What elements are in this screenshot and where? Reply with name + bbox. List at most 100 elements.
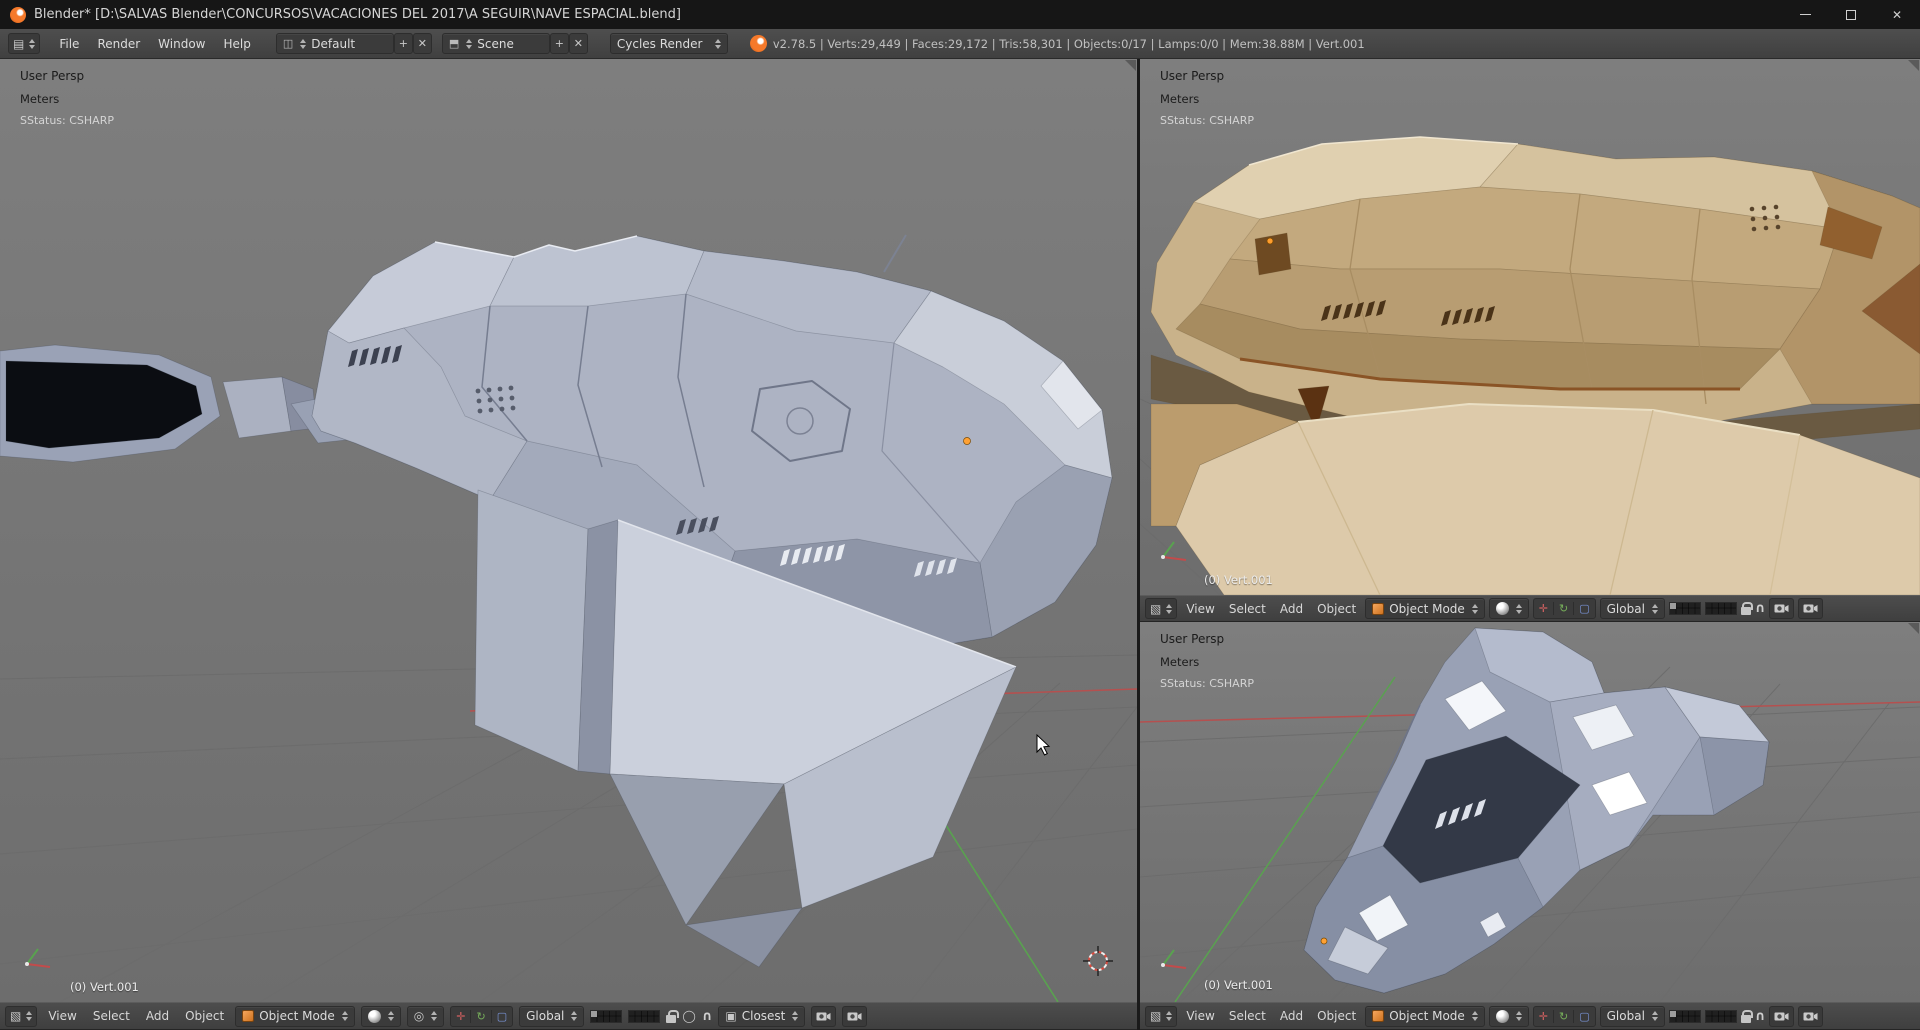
select-menu[interactable]: Select: [88, 1009, 135, 1023]
editor-type-button[interactable]: ▧: [1145, 1005, 1178, 1027]
3d-viewport-editor-icon: ▧: [1150, 1009, 1162, 1023]
add-layout-button[interactable]: +: [393, 33, 413, 54]
3d-cursor[interactable]: [1083, 946, 1113, 976]
mode-dropdown[interactable]: Object Mode: [235, 1005, 355, 1027]
close-icon: ✕: [1891, 7, 1903, 22]
proportional-edit-icon[interactable]: ◯: [682, 1009, 695, 1023]
snap-magnet-icon[interactable]: ∩: [702, 1009, 713, 1024]
add-menu[interactable]: Add: [141, 1009, 174, 1023]
viewport-shading-dropdown[interactable]: [360, 1005, 401, 1027]
view-menu[interactable]: View: [1181, 602, 1219, 616]
rotate-manipulator-icon[interactable]: ↻: [1554, 602, 1575, 615]
manipulator-toggles[interactable]: ✛ ↻ ▢: [1532, 1005, 1596, 1027]
translate-manipulator-icon[interactable]: ✛: [1534, 602, 1554, 615]
maximize-button[interactable]: [1828, 0, 1874, 29]
layers-widget-b[interactable]: [628, 1009, 661, 1023]
pivot-point-dropdown[interactable]: ◎: [406, 1005, 445, 1027]
viewport-resize-handle[interactable]: [1908, 60, 1919, 71]
scale-manipulator-icon[interactable]: ▢: [1574, 1010, 1594, 1023]
orientation-label: Global: [1606, 1009, 1645, 1023]
render-still-button[interactable]: [811, 1005, 837, 1027]
lock-camera-icon[interactable]: [666, 1009, 679, 1023]
scale-manipulator-icon[interactable]: ▢: [492, 1010, 512, 1023]
window-controls: ✕: [1782, 0, 1920, 29]
blender-logo-icon: [749, 35, 767, 52]
select-menu[interactable]: Select: [1224, 1009, 1271, 1023]
scene-selector[interactable]: ⬒ Scene: [441, 33, 550, 54]
editor-type-button[interactable]: ▧: [1145, 598, 1178, 619]
snap-magnet-icon[interactable]: ∩: [1755, 1009, 1766, 1024]
menu-help[interactable]: Help: [215, 37, 260, 51]
viewport-bottom-right-canvas[interactable]: [1140, 622, 1920, 1002]
viewport-shading-dropdown[interactable]: [1488, 1005, 1529, 1027]
layers-widget-a[interactable]: [1668, 602, 1701, 615]
spaceship-model-main: [0, 234, 1113, 968]
render-still-button[interactable]: [1769, 1005, 1795, 1027]
render-animation-button[interactable]: [1798, 1005, 1824, 1027]
mode-arrows-icon: [1471, 1011, 1478, 1021]
scale-manipulator-icon[interactable]: ▢: [1574, 602, 1594, 615]
manipulator-toggles[interactable]: ✛ ↻ ▢: [450, 1005, 514, 1027]
camera-film-icon: [1803, 604, 1818, 613]
delete-layout-button[interactable]: ✕: [412, 33, 432, 54]
spaceship-model-small: [1303, 627, 1770, 994]
layers-widget-b[interactable]: [1704, 1009, 1737, 1023]
render-animation-button[interactable]: [842, 1005, 868, 1027]
snap-magnet-icon[interactable]: ∩: [1755, 601, 1766, 616]
add-scene-button[interactable]: +: [549, 33, 569, 54]
object-menu[interactable]: Object: [180, 1009, 229, 1023]
mode-dropdown[interactable]: Object Mode: [1365, 1005, 1485, 1027]
viewport-top-right-canvas[interactable]: [1140, 59, 1920, 595]
orientation-arrows-icon: [1651, 1011, 1658, 1021]
lock-camera-icon[interactable]: [1740, 1009, 1754, 1023]
view-menu[interactable]: View: [43, 1009, 81, 1023]
object-menu[interactable]: Object: [1312, 602, 1361, 616]
render-animation-button[interactable]: [1798, 598, 1824, 619]
editor-type-button-info[interactable]: ▤: [8, 33, 41, 54]
camera-film-icon: [1803, 1012, 1818, 1020]
screen-layout-selector[interactable]: ◫ Default: [275, 33, 394, 54]
info-editor-icon: ▤: [13, 36, 25, 51]
viewport-resize-handle[interactable]: [1125, 60, 1136, 71]
add-menu[interactable]: Add: [1275, 1009, 1308, 1023]
menu-window[interactable]: Window: [149, 37, 214, 51]
viewport-divider[interactable]: [1137, 59, 1140, 1030]
layers-widget-a[interactable]: [590, 1009, 623, 1023]
layers-widget-a[interactable]: [1668, 1009, 1701, 1023]
3d-viewport-editor-icon: ▧: [1150, 601, 1162, 616]
snap-element-dropdown[interactable]: ▣ Closest: [718, 1005, 806, 1027]
mode-label: Object Mode: [1389, 1009, 1465, 1023]
rotate-manipulator-icon[interactable]: ↻: [471, 1009, 492, 1023]
viewport-shading-dropdown[interactable]: [1488, 598, 1529, 619]
menu-file[interactable]: File: [50, 37, 88, 51]
view-menu[interactable]: View: [1181, 1009, 1219, 1023]
render-engine-dropdown[interactable]: Cycles Render: [609, 33, 728, 54]
layout-browse-arrows-icon: [300, 38, 307, 49]
close-button[interactable]: ✕: [1874, 0, 1920, 29]
transform-orientation-dropdown[interactable]: Global: [519, 1005, 585, 1027]
object-menu[interactable]: Object: [1312, 1009, 1361, 1023]
delete-scene-button[interactable]: ✕: [568, 33, 588, 54]
rotate-manipulator-icon[interactable]: ↻: [1554, 1009, 1575, 1023]
mode-dropdown[interactable]: Object Mode: [1365, 598, 1485, 619]
transform-orientation-dropdown[interactable]: Global: [1599, 598, 1665, 619]
viewport-main-canvas[interactable]: [0, 59, 1137, 1002]
transform-orientation-dropdown[interactable]: Global: [1599, 1005, 1665, 1027]
manipulator-toggles[interactable]: ✛ ↻ ▢: [1532, 598, 1596, 619]
select-menu[interactable]: Select: [1224, 602, 1271, 616]
layers-widget-b[interactable]: [1704, 602, 1737, 615]
render-still-button[interactable]: [1769, 598, 1795, 619]
object-mode-cube-icon: [1372, 1010, 1385, 1022]
minimize-button[interactable]: [1782, 0, 1828, 29]
lock-camera-icon[interactable]: [1740, 602, 1754, 615]
camera-film-icon: [847, 1012, 862, 1020]
editor-type-button[interactable]: ▧: [5, 1005, 38, 1027]
add-menu[interactable]: Add: [1275, 602, 1308, 616]
translate-manipulator-icon[interactable]: ✛: [1534, 1009, 1554, 1023]
viewport-resize-handle[interactable]: [1908, 623, 1919, 634]
menu-render[interactable]: Render: [88, 37, 149, 51]
orientation-arrows-icon: [1651, 603, 1658, 614]
translate-manipulator-icon[interactable]: ✛: [451, 1009, 472, 1023]
camera-icon: [1774, 604, 1789, 613]
blender-app-icon: [10, 6, 26, 23]
